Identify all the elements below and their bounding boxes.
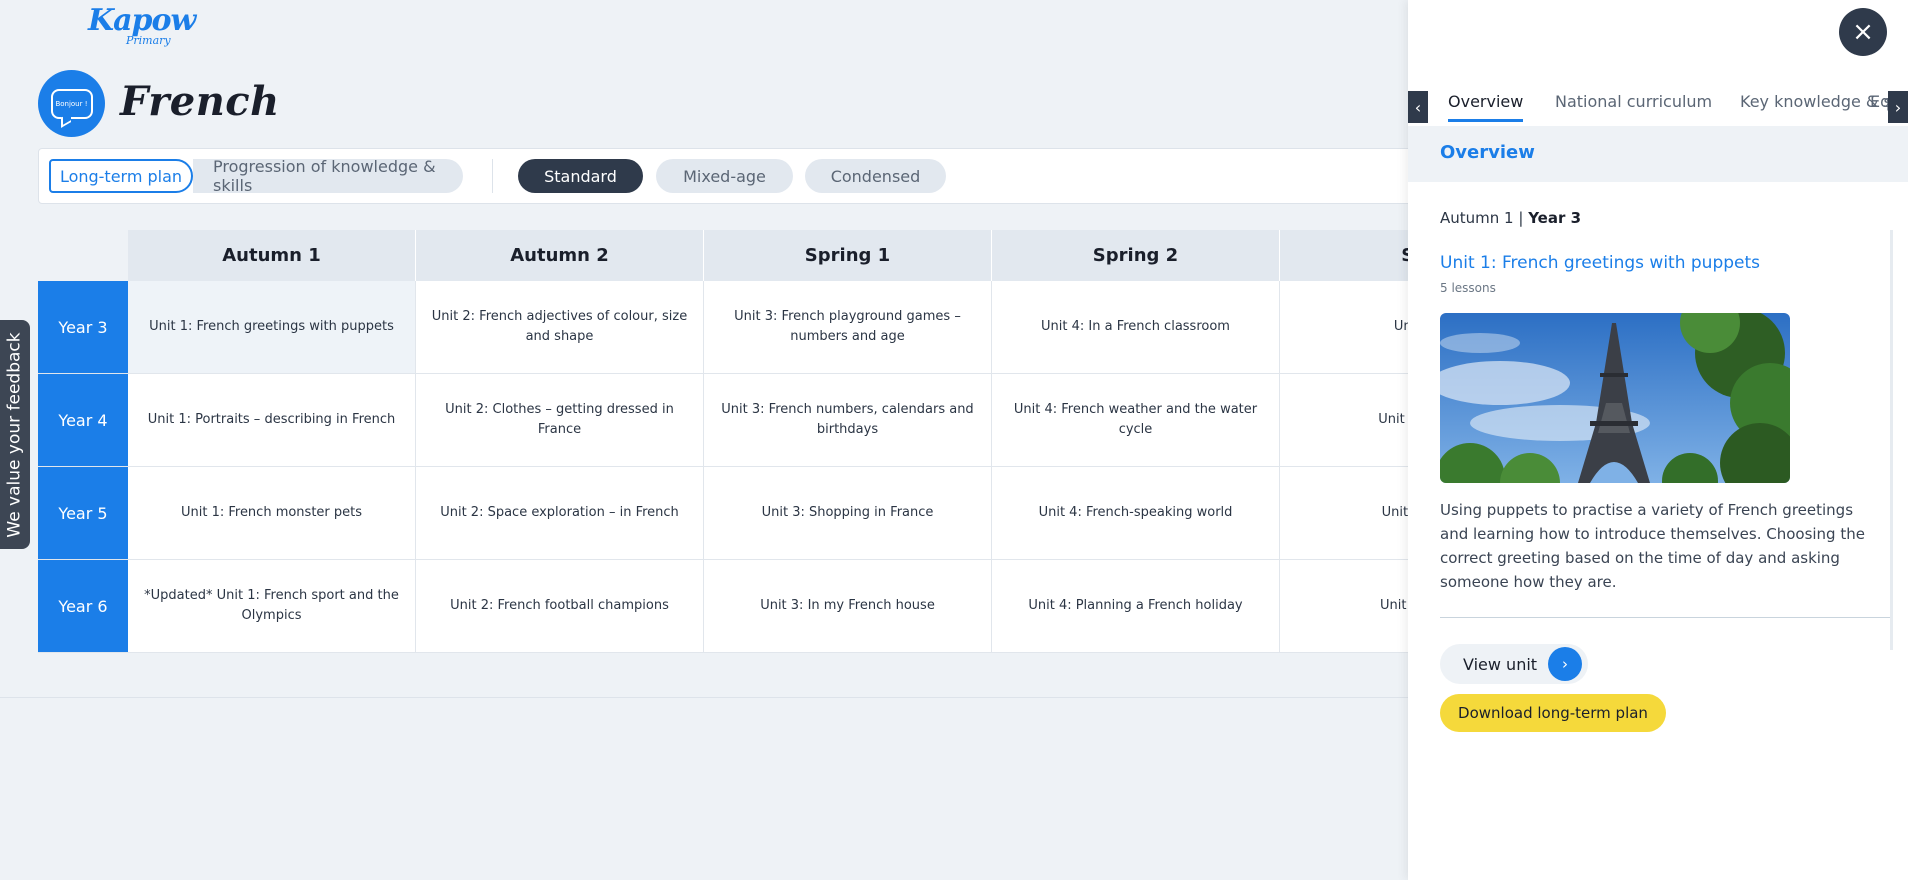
unit-cell[interactable]: Unit 2: French adjectives of colour, siz… xyxy=(416,281,704,373)
unit-cell[interactable]: Unit 3: Shopping in France xyxy=(704,467,992,559)
chevron-right-icon[interactable]: › xyxy=(1888,91,1908,123)
tab-overview[interactable]: Overview xyxy=(1448,92,1524,122)
mixed-age-button[interactable]: Mixed-age xyxy=(656,159,793,193)
year-label: Year 3 xyxy=(38,281,128,373)
unit-cell[interactable]: Unit 4: French-speaking world xyxy=(992,467,1280,559)
panel-divider xyxy=(1440,617,1890,618)
unit-cell[interactable]: Unit 3: French playground games – number… xyxy=(704,281,992,373)
logo-word: Kapow xyxy=(88,3,196,38)
unit-cell[interactable]: Unit 2: French football champions xyxy=(416,560,704,652)
kapow-logo[interactable]: Kapow Primary xyxy=(88,3,196,52)
unit-title-link[interactable]: Unit 1: French greetings with puppets xyxy=(1440,253,1760,273)
lesson-count: 5 lessons xyxy=(1440,281,1496,295)
chevron-right-icon: › xyxy=(1548,647,1582,681)
close-icon[interactable]: × xyxy=(1839,8,1887,56)
table-row: Year 6 *Updated* Unit 1: French sport an… xyxy=(38,560,1568,653)
unit-cell[interactable]: Unit 4: In a French classroom xyxy=(992,281,1280,373)
view-unit-label: View unit xyxy=(1463,654,1538,674)
eiffel-tower-photo xyxy=(1440,313,1790,483)
table-row: Year 4 Unit 1: Portraits – describing in… xyxy=(38,374,1568,467)
plan-toolbar: Progression of knowledge & skills Long-t… xyxy=(38,148,1418,204)
column-header: Autumn 1 xyxy=(128,230,416,281)
table-row: Year 3 Unit 1: French greetings with pup… xyxy=(38,281,1568,374)
tab-key-knowledge-skills[interactable]: Key knowledge & skills xyxy=(1740,92,1888,111)
page-title: French xyxy=(120,78,280,125)
overview-section-header: Overview xyxy=(1408,126,1908,182)
year-label: Year 4 xyxy=(38,374,128,466)
unit-cell[interactable]: Unit 4: French weather and the water cyc… xyxy=(992,374,1280,466)
unit-cell[interactable]: Unit 2: Clothes – getting dressed in Fra… xyxy=(416,374,704,466)
year-label: Year 6 xyxy=(38,560,128,652)
panel-scrollbar[interactable] xyxy=(1890,230,1893,650)
table-header: Autumn 1 Autumn 2 Spring 1 Spring 2 Sum xyxy=(128,230,1568,281)
progression-tab[interactable]: Progression of knowledge & skills xyxy=(193,157,463,195)
column-header: Spring 1 xyxy=(704,230,992,281)
unit-cell[interactable]: Unit 2: Space exploration – in French xyxy=(416,467,704,559)
section-title: Overview xyxy=(1440,142,1535,163)
tab-national-curriculum[interactable]: National curriculum xyxy=(1555,92,1712,111)
unit-cell[interactable]: Unit 4: Planning a French holiday xyxy=(992,560,1280,652)
speech-bubble-icon: Bonjour ! xyxy=(38,70,105,137)
unit-cell[interactable]: Unit 3: In my French house xyxy=(704,560,992,652)
condensed-button[interactable]: Condensed xyxy=(805,159,946,193)
column-header: Spring 2 xyxy=(992,230,1280,281)
unit-description: Using puppets to practise a variety of F… xyxy=(1440,501,1865,591)
table-row: Year 5 Unit 1: French monster pets Unit … xyxy=(38,467,1568,560)
unit-cell[interactable]: *Updated* Unit 1: French sport and the O… xyxy=(128,560,416,652)
feedback-label: We value your feedback xyxy=(5,331,25,538)
unit-cell[interactable]: Unit 1: French greetings with puppets xyxy=(128,281,416,373)
unit-cell[interactable]: Unit 1: French monster pets xyxy=(128,467,416,559)
standard-button[interactable]: Standard xyxy=(518,159,643,193)
download-long-term-plan-button[interactable]: Download long-term plan xyxy=(1440,694,1666,732)
term-breadcrumb: Autumn 1 | Year 3 xyxy=(1440,209,1581,227)
panel-tabs: Overview National curriculum Key knowled… xyxy=(1428,88,1888,126)
feedback-tab[interactable]: We value your feedback xyxy=(0,320,30,549)
subject-icon-text: Bonjour ! xyxy=(50,88,93,119)
column-header: Autumn 2 xyxy=(416,230,704,281)
toolbar-divider xyxy=(492,159,493,193)
year-label: Year 3 xyxy=(1528,209,1582,227)
unit-cell[interactable]: Unit 3: French numbers, calendars and bi… xyxy=(704,374,992,466)
long-term-plan-tab[interactable]: Long-term plan xyxy=(49,159,193,193)
chevron-left-icon[interactable]: ‹ xyxy=(1408,91,1428,123)
tab-equipment[interactable]: Eq xyxy=(1870,92,1888,111)
unit-cell[interactable]: Unit 1: Portraits – describing in French xyxy=(128,374,416,466)
page-divider xyxy=(0,697,1408,698)
term-label: Autumn 1 | xyxy=(1440,209,1529,227)
year-label: Year 5 xyxy=(38,467,128,559)
view-unit-button[interactable]: View unit › xyxy=(1440,644,1588,684)
logo-sub: Primary xyxy=(126,34,171,47)
